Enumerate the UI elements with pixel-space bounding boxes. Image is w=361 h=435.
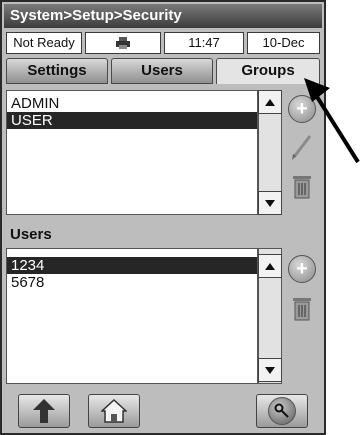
up-arrow-icon (33, 399, 55, 423)
tab-bar: Settings Users Groups (6, 58, 320, 84)
users-section-label: Users (10, 226, 52, 243)
group-item-admin[interactable]: ADMIN (7, 95, 257, 112)
user-item-1234[interactable]: 1234 (7, 257, 257, 274)
group-item-user[interactable]: USER (7, 112, 257, 129)
users-scroll-down-button[interactable] (258, 358, 282, 382)
trash-icon (293, 176, 311, 199)
status-state: Not Ready (6, 32, 82, 54)
pointer-arrow-icon (304, 78, 360, 164)
status-bar: Not Ready 11:47 10-Dec (6, 32, 320, 54)
device-screen: System>Setup>Security Not Ready 11:47 10… (0, 0, 326, 435)
arrow-down-icon (265, 199, 275, 207)
groups-list: ADMIN USER (6, 90, 258, 215)
status-icon-cell (85, 32, 161, 54)
bottom-nav (6, 394, 320, 430)
add-user-button[interactable]: + (287, 254, 317, 284)
breadcrumb-title: System>Setup>Security (4, 4, 322, 28)
groups-scroll-up-button[interactable] (258, 90, 282, 114)
login-button[interactable] (256, 394, 308, 428)
status-date: 10-Dec (247, 32, 320, 54)
users-list: 1234 5678 (6, 248, 258, 384)
groups-scroll-down-button[interactable] (258, 191, 282, 215)
status-time: 11:47 (164, 32, 244, 54)
delete-group-button[interactable] (287, 172, 317, 202)
tab-users[interactable]: Users (111, 58, 213, 84)
arrow-up-icon (265, 262, 275, 270)
printer-icon (116, 37, 130, 49)
back-button[interactable] (18, 394, 70, 428)
users-scroll-up-button[interactable] (258, 254, 282, 278)
add-icon: + (288, 255, 316, 283)
key-icon (268, 397, 296, 425)
arrow-down-icon (265, 366, 275, 374)
tab-settings[interactable]: Settings (6, 58, 108, 84)
home-button[interactable] (88, 394, 140, 428)
arrow-up-icon (265, 98, 275, 106)
home-icon (101, 399, 127, 423)
key-glyph-icon (274, 403, 289, 418)
trash-icon (293, 298, 311, 321)
user-item-5678[interactable]: 5678 (7, 274, 257, 291)
delete-user-button[interactable] (287, 294, 317, 324)
